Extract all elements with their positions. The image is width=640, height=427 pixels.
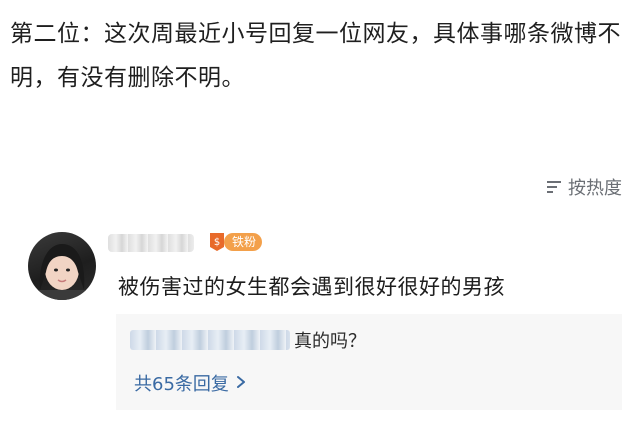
comment-card: $ 铁粉 被伤害过的女生都会遇到很好很好的男孩 真的吗？ 共65条回复 [0, 220, 640, 427]
sort-by-popularity[interactable]: 按热度 [545, 174, 622, 200]
fan-badge: $ 铁粉 [206, 231, 263, 253]
reply-text: 真的吗？ [294, 331, 366, 352]
svg-text:$: $ [214, 237, 220, 248]
view-replies-link[interactable]: 共65条回复 [134, 370, 247, 396]
reply-username-redacted [130, 330, 290, 350]
view-replies-label: 共65条回复 [134, 374, 229, 395]
username-redacted[interactable] [108, 234, 194, 252]
comment-text: 被伤害过的女生都会遇到很好很好的男孩 [118, 275, 505, 299]
sort-label: 按热度 [568, 178, 622, 199]
flag-icon: $ [206, 231, 228, 253]
article-text: 第二位：这次周最近小号回复一位网友，具体事哪条微博不明，有没有删除不明。 [10, 21, 621, 91]
avatar[interactable] [28, 232, 96, 300]
sort-icon [545, 178, 563, 196]
reply-item[interactable]: 真的吗？ [130, 327, 366, 353]
reply-box[interactable]: 真的吗？ 共65条回复 [116, 314, 622, 410]
chevron-right-icon [235, 373, 247, 394]
fan-badge-label: 铁粉 [224, 233, 263, 251]
